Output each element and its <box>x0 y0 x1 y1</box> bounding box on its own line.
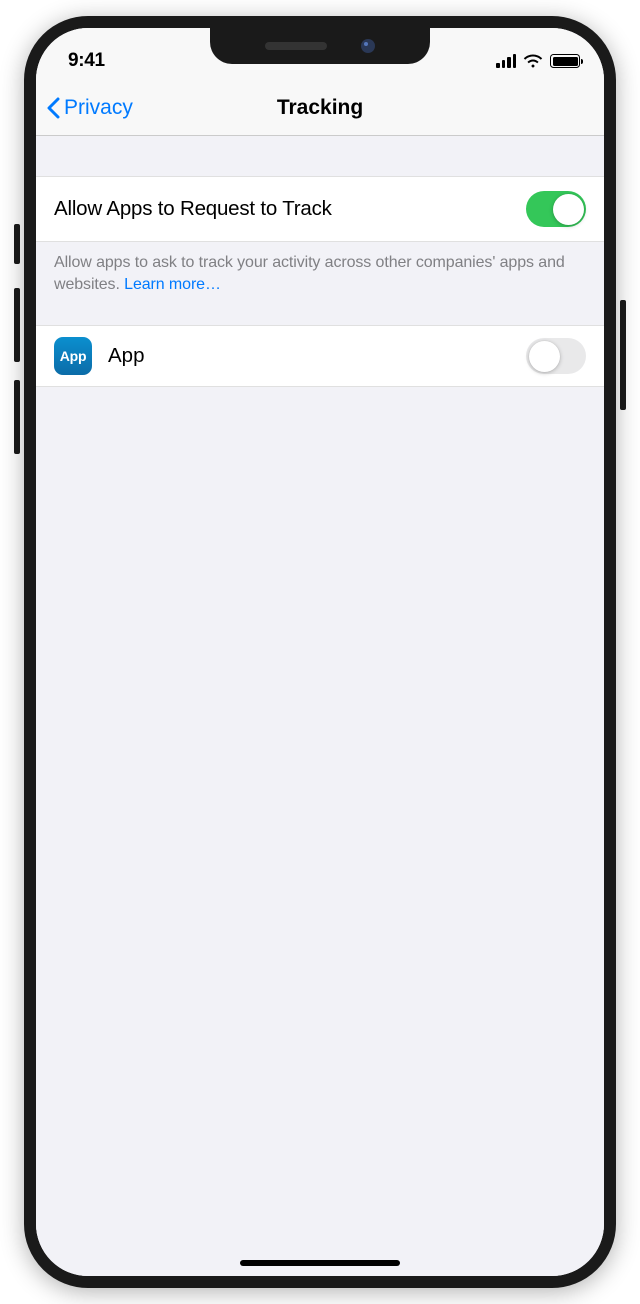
learn-more-link[interactable]: Learn more… <box>124 276 221 293</box>
navigation-bar: Privacy Tracking <box>36 80 604 136</box>
app-icon: App <box>54 337 92 375</box>
cellular-signal-icon <box>496 54 516 68</box>
volume-down-button <box>14 380 20 454</box>
status-icons <box>496 54 580 68</box>
app-tracking-toggle[interactable] <box>526 338 586 374</box>
page-title: Tracking <box>277 96 363 120</box>
allow-tracking-footer: Allow apps to ask to track your activity… <box>36 242 604 295</box>
status-time: 9:41 <box>68 50 105 72</box>
wifi-icon <box>523 54 543 68</box>
allow-tracking-toggle[interactable] <box>526 191 586 227</box>
speaker-grille <box>265 42 327 50</box>
app-name-label: App <box>108 344 510 368</box>
back-button[interactable]: Privacy <box>46 96 133 120</box>
battery-icon <box>550 54 580 68</box>
notch <box>210 28 430 64</box>
power-button <box>620 300 626 410</box>
allow-tracking-label: Allow Apps to Request to Track <box>54 197 332 221</box>
chevron-left-icon <box>46 97 60 119</box>
front-camera <box>361 39 375 53</box>
allow-tracking-row: Allow Apps to Request to Track <box>36 176 604 242</box>
side-switch <box>14 224 20 264</box>
home-indicator[interactable] <box>240 1260 400 1266</box>
device-frame: 9:41 Privacy Tracking <box>24 16 616 1288</box>
screen: 9:41 Privacy Tracking <box>36 28 604 1276</box>
content-area: Allow Apps to Request to Track Allow app… <box>36 136 604 1276</box>
back-label: Privacy <box>64 96 133 120</box>
app-row: App App <box>36 325 604 387</box>
volume-up-button <box>14 288 20 362</box>
